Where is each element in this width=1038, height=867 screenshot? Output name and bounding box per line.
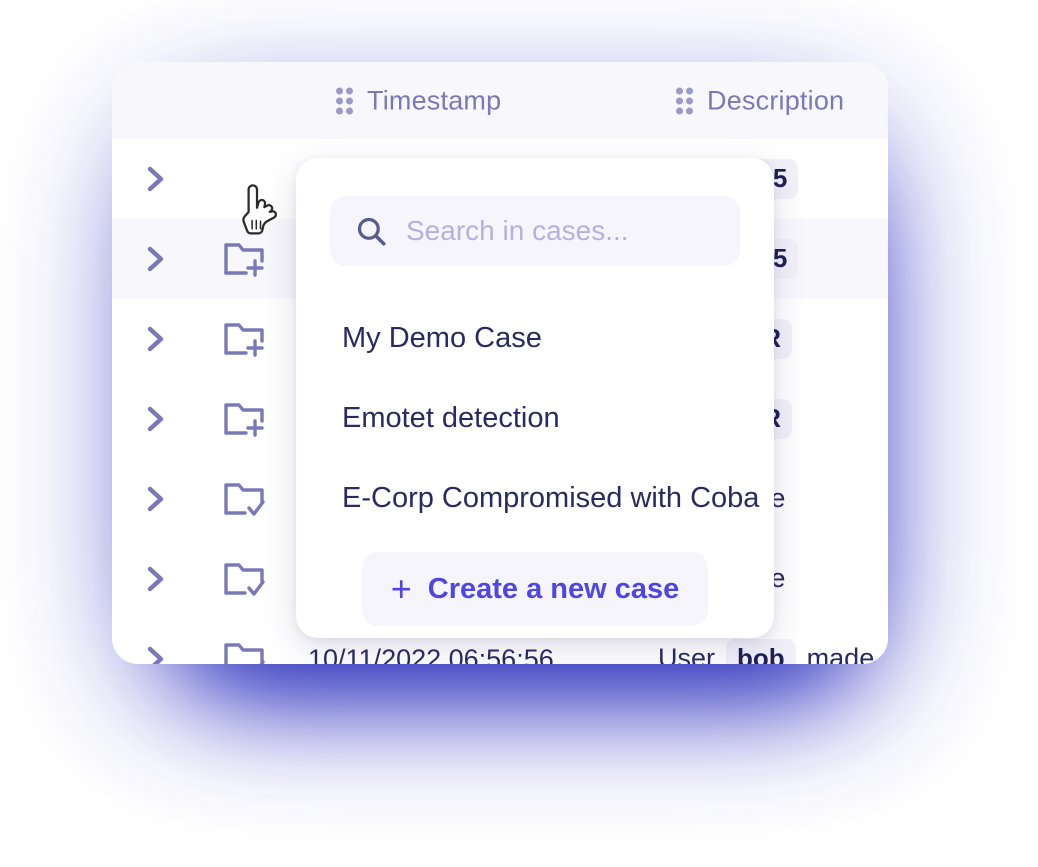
folder-check-icon[interactable] [222,639,266,664]
chevron-right-icon[interactable] [143,404,169,434]
row-expand-cell[interactable] [112,324,200,354]
view-case-button[interactable] [200,479,288,519]
status-badge: bob [726,639,796,664]
case-list: My Demo Case Emotet detection E-Corp Com… [296,298,774,538]
view-case-button[interactable] [200,639,288,664]
screenshot-stage: Timestamp Description TATION5 [0,0,1038,867]
add-to-case-button[interactable] [200,399,288,439]
chevron-right-icon[interactable] [143,484,169,514]
drag-handle-icon[interactable] [336,87,353,114]
row-expand-cell[interactable] [112,404,200,434]
folder-plus-icon[interactable] [222,399,266,439]
chevron-right-icon[interactable] [143,324,169,354]
plus-icon: + [390,568,412,609]
case-picker-dropdown: Search in cases... My Demo Case Emotet d… [296,158,774,638]
view-case-button[interactable] [200,559,288,599]
list-item[interactable]: My Demo Case [296,298,774,378]
row-description: User bob made [658,639,888,664]
pointer-hand-cursor [242,184,278,235]
folder-check-icon[interactable] [222,479,266,519]
list-item[interactable]: Emotet detection [296,378,774,458]
search-placeholder: Search in cases... [406,215,629,246]
row-expand-cell[interactable] [112,564,200,594]
row-expand-cell[interactable] [112,644,200,664]
row-timestamp: 10/11/2022 06:56:56 [308,643,554,665]
column-header-label: Timestamp [367,85,502,115]
folder-check-icon[interactable] [222,559,266,599]
desc-suffix: made [806,643,875,664]
row-expand-cell[interactable] [112,164,200,194]
case-label: Emotet detection [342,401,560,434]
row-expand-cell[interactable] [112,484,200,514]
drag-handle-icon[interactable] [676,87,693,114]
add-to-case-button[interactable] [200,239,288,279]
search-input[interactable]: Search in cases... [330,196,740,266]
events-table-card: Timestamp Description TATION5 [112,62,888,664]
folder-plus-icon[interactable] [222,319,266,359]
add-to-case-button[interactable] [200,319,288,359]
row-expand-cell[interactable] [112,244,200,274]
column-header-label: Description [707,85,845,115]
list-item[interactable]: E-Corp Compromised with Coba [296,458,774,538]
column-header-description[interactable]: Description [676,85,844,116]
desc-prefix: User [658,643,716,664]
folder-plus-icon[interactable] [222,239,266,279]
case-label: E-Corp Compromised with Coba [342,481,760,514]
case-label: My Demo Case [342,321,542,354]
search-icon [357,217,386,246]
table-header-row: Timestamp Description [112,62,888,140]
chevron-right-icon[interactable] [143,644,169,664]
chevron-right-icon[interactable] [143,164,169,194]
chevron-right-icon[interactable] [143,244,169,274]
column-header-timestamp[interactable]: Timestamp [336,85,501,116]
chevron-right-icon[interactable] [143,564,169,594]
create-new-case-label: Create a new case [427,572,680,605]
create-new-case-button[interactable]: + Create a new case [362,552,708,626]
